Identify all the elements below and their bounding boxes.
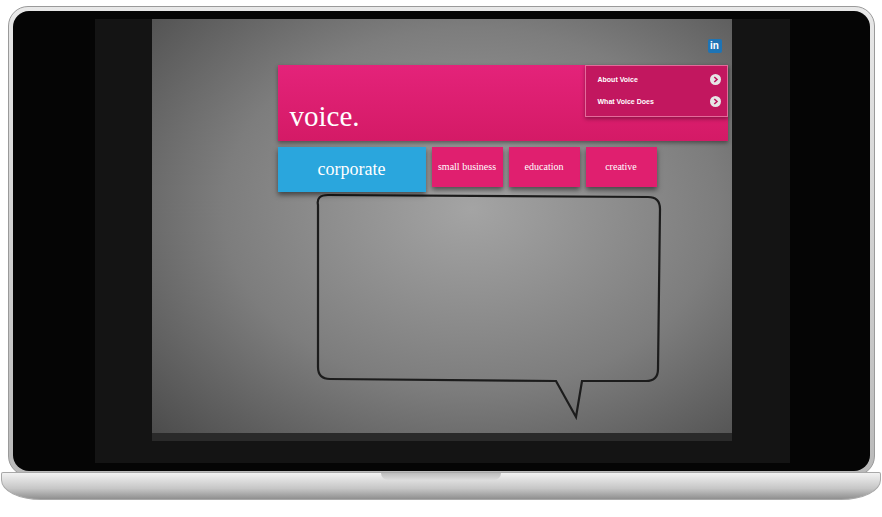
laptop-base — [1, 472, 881, 500]
category-tab[interactable]: corporate — [278, 147, 426, 192]
tab-label: small business — [438, 162, 496, 173]
display: in voice. About Voice What Voice Does corpor… — [95, 19, 790, 463]
category-tabs: corporate small business education creative — [278, 147, 732, 192]
menu-label: What Voice Does — [598, 98, 654, 105]
category-tab[interactable]: creative — [586, 147, 657, 187]
linkedin-icon[interactable]: in — [708, 39, 722, 53]
whiteboard-photo: in voice. About Voice What Voice Does corpor… — [152, 19, 732, 441]
speech-bubble-icon — [310, 191, 670, 426]
base-notch — [381, 473, 501, 480]
laptop-mockup: in voice. About Voice What Voice Does corpor… — [0, 0, 882, 517]
circle-arrow-icon — [710, 74, 721, 85]
category-tab[interactable]: education — [509, 147, 580, 187]
social-bar: in — [152, 19, 732, 53]
laptop-lid: in voice. About Voice What Voice Does corpor… — [8, 6, 875, 476]
tab-label: creative — [605, 162, 637, 173]
screen-bezel: in voice. About Voice What Voice Does corpor… — [13, 11, 870, 471]
site-logo[interactable]: voice. — [278, 101, 360, 141]
circle-arrow-icon — [710, 96, 721, 107]
whiteboard-tray — [152, 433, 732, 441]
header-menu: About Voice What Voice Does — [585, 65, 728, 117]
menu-item[interactable]: About Voice — [598, 68, 721, 90]
site-header: voice. About Voice What Voice Does — [278, 65, 728, 141]
menu-item[interactable]: What Voice Does — [598, 90, 721, 112]
tab-label: education — [525, 162, 564, 173]
category-tab[interactable]: small business — [432, 147, 503, 187]
tab-label: corporate — [318, 159, 386, 180]
menu-label: About Voice — [598, 76, 638, 83]
